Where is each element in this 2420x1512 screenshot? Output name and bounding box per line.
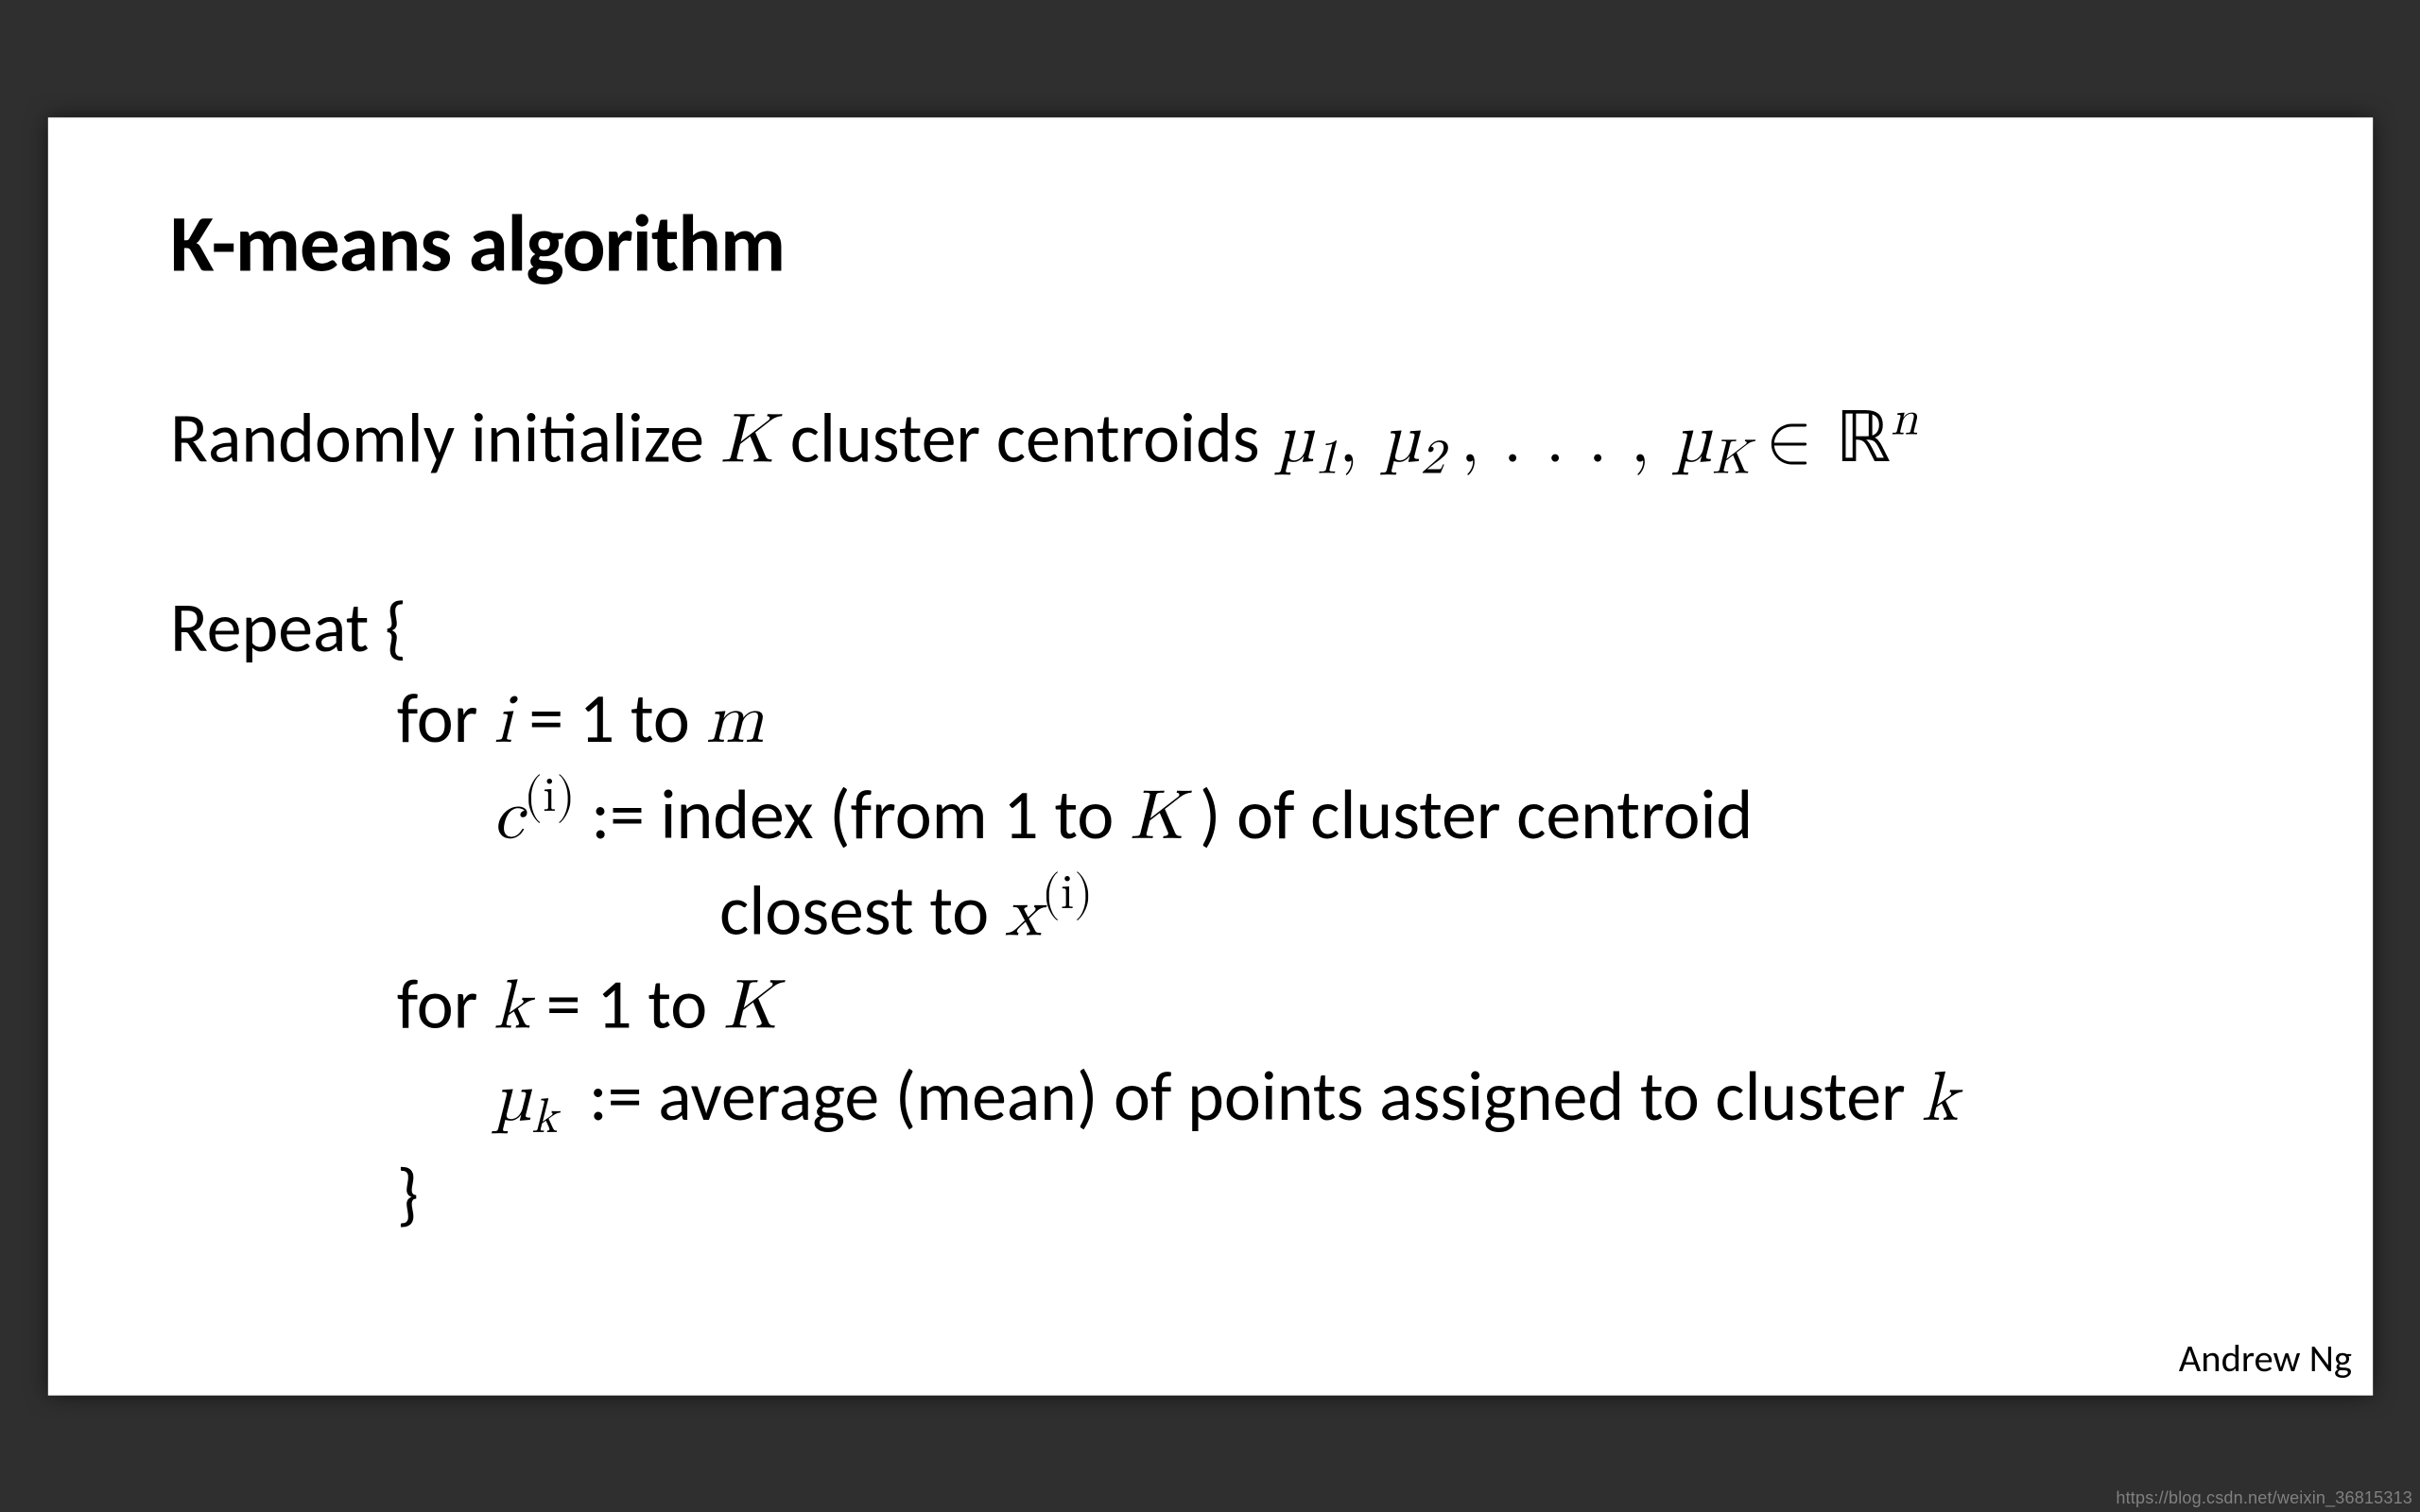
text-for2: for bbox=[396, 960, 493, 1045]
text-average: average (mean) of points assigned to clu… bbox=[658, 1053, 1921, 1138]
for-k-line: for k = 1 to K bbox=[169, 958, 2250, 1051]
repeat-open: Repeat { bbox=[169, 582, 2250, 673]
text-eq-1-to: = 1 to bbox=[512, 675, 705, 760]
slide: K-means algorithm Randomly initialize K … bbox=[47, 117, 2372, 1395]
sym-k: k bbox=[493, 971, 530, 1040]
text-for: for bbox=[396, 675, 493, 760]
text-cluster-centroids: cluster centroids bbox=[789, 395, 1274, 480]
assign-c-line: c(i) := index (from 1 to K ) of cluster … bbox=[169, 765, 2250, 862]
sym-mu-k: µk bbox=[493, 1063, 557, 1133]
sym-K: K bbox=[719, 405, 773, 475]
text-randomly-initialize: Randomly initialize bbox=[169, 395, 719, 480]
slide-scale-wrap: K-means algorithm Randomly initialize K … bbox=[47, 117, 2372, 1395]
for-i-line: for i = 1 to m bbox=[169, 673, 2250, 765]
text-closest-to: closest to bbox=[719, 868, 1005, 953]
attribution: Andrew Ng bbox=[2178, 1334, 2351, 1382]
viewer-stage: K-means algorithm Randomly initialize K … bbox=[0, 0, 2420, 1512]
sym-mu1: µ1 bbox=[1275, 405, 1339, 475]
watermark: https://blog.csdn.net/weixin_36815313 bbox=[2116, 1488, 2412, 1508]
sym-k-end: k bbox=[1921, 1063, 1958, 1133]
close-brace: } bbox=[169, 1149, 2250, 1240]
text-assign2: := bbox=[589, 1053, 658, 1138]
slide-content: K-means algorithm Randomly initialize K … bbox=[169, 196, 2250, 1240]
sym-K-inline: K bbox=[1129, 782, 1183, 851]
sym-muK: µK bbox=[1672, 405, 1749, 475]
assign-mu-line: µk := average (mean) of points assigned … bbox=[169, 1051, 2250, 1149]
sym-Rn: ℝn bbox=[1835, 399, 1917, 477]
sym-mu2: µ2 bbox=[1381, 405, 1444, 475]
text-index-from: index (from 1 to bbox=[660, 771, 1129, 856]
sym-x-i: x(i) bbox=[1004, 878, 1093, 948]
text-assign: := bbox=[591, 771, 660, 856]
sym-in: ∈ bbox=[1765, 405, 1835, 475]
closest-to-line: closest to x(i) bbox=[169, 862, 2250, 958]
sym-K-loop: K bbox=[722, 971, 776, 1040]
text-eq-1-to2: = 1 to bbox=[530, 960, 723, 1045]
text-of-cluster-centroid: ) of cluster centroid bbox=[1184, 771, 1753, 856]
init-line: Randomly initialize K cluster centroids … bbox=[169, 389, 2250, 491]
sym-m: m bbox=[705, 685, 763, 755]
slide-title: K-means algorithm bbox=[169, 196, 2250, 293]
sym-dots: , . . . , bbox=[1460, 405, 1672, 475]
sym-i: i bbox=[493, 685, 513, 755]
sym-c-i: c(i) bbox=[493, 782, 575, 851]
